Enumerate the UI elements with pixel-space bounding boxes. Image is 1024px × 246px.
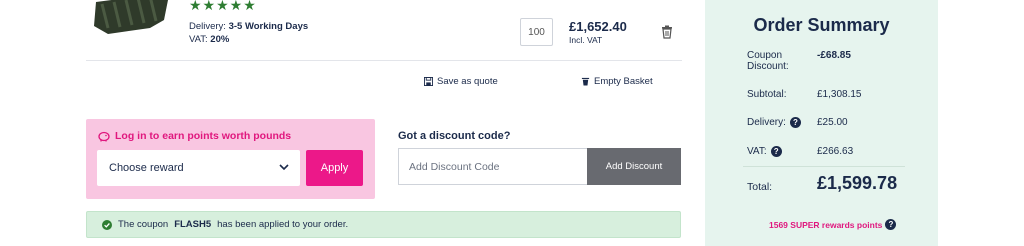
discount-title: Got a discount code?: [398, 130, 511, 142]
rating-stars: ★★★★★: [189, 0, 257, 13]
help-icon[interactable]: ?: [885, 219, 897, 230]
rewards-points: 1569 SUPER rewards points ?: [769, 219, 897, 230]
add-discount-button[interactable]: Add Discount: [587, 148, 681, 185]
coupon-discount-label: Coupon Discount:: [747, 50, 789, 72]
vat-label-text: VAT:: [747, 146, 767, 157]
coupon-label-line2: Discount:: [747, 61, 789, 72]
help-icon[interactable]: ?: [770, 146, 782, 157]
coupon-suffix: has been applied to your order.: [217, 219, 349, 230]
order-summary: Order Summary Coupon Discount: -£68.85 S…: [705, 0, 938, 246]
price-note: Incl. VAT: [569, 35, 603, 45]
chevron-down-icon: [279, 164, 289, 171]
delivery-label: Delivery:: [189, 21, 226, 32]
empty-basket-button[interactable]: Empty Basket: [581, 76, 653, 87]
delivery-label-text: Delivery:: [747, 117, 786, 128]
delivery-cost-value: £25.00: [817, 117, 848, 128]
reward-select[interactable]: Choose reward: [97, 150, 300, 186]
subtotal-label: Subtotal:: [747, 89, 787, 100]
product-image[interactable]: [88, 0, 172, 38]
trash-icon: [581, 77, 590, 86]
help-icon[interactable]: ?: [789, 117, 801, 128]
rewards-login-link[interactable]: Log in to earn points worth pounds: [98, 130, 291, 142]
total-value: £1,599.78: [817, 173, 898, 193]
vat-label: VAT:: [189, 34, 208, 45]
delivery-cost-label: Delivery: ?: [747, 117, 801, 128]
delivery-value: 3-5 Working Days: [228, 21, 309, 32]
subtotal-value: £1,308.15: [817, 89, 862, 100]
empty-basket-label: Empty Basket: [594, 76, 653, 87]
trash-icon[interactable]: [661, 25, 673, 39]
check-circle-icon: [102, 219, 112, 230]
apply-reward-button[interactable]: Apply: [306, 150, 363, 186]
coupon-code: FLASH5: [174, 219, 212, 230]
reward-select-value: Choose reward: [109, 162, 184, 174]
rewards-panel: Log in to earn points worth pounds Choos…: [86, 119, 375, 199]
vat-cost-label: VAT: ?: [747, 146, 782, 157]
coupon-success-banner: The coupon FLASH5 has been applied to yo…: [86, 211, 681, 238]
rewards-points-text: 1569 SUPER rewards points: [769, 219, 883, 230]
vat-cost-value: £266.63: [817, 146, 854, 157]
save-quote-label: Save as quote: [437, 76, 498, 87]
save-icon: [424, 77, 433, 86]
coupon-prefix: The coupon: [118, 219, 169, 230]
delivery-info: Delivery: 3-5 Working Days: [189, 21, 308, 32]
total-label: Total:: [747, 181, 773, 193]
rewards-title: Log in to earn points worth pounds: [115, 130, 292, 142]
quantity-input[interactable]: 100: [520, 18, 553, 46]
save-quote-button[interactable]: Save as quote: [424, 76, 498, 87]
piggy-bank-icon: [98, 131, 110, 142]
vat-info: VAT: 20%: [189, 34, 229, 45]
divider: [86, 60, 682, 61]
vat-value: 20%: [210, 34, 230, 45]
product-price: £1,652.40: [569, 19, 627, 34]
summary-divider: [743, 166, 905, 167]
coupon-label-line1: Coupon: [747, 50, 783, 61]
coupon-discount-value: -£68.85: [817, 50, 851, 61]
discount-code-input[interactable]: [398, 148, 587, 185]
summary-title: Order Summary: [753, 15, 890, 35]
